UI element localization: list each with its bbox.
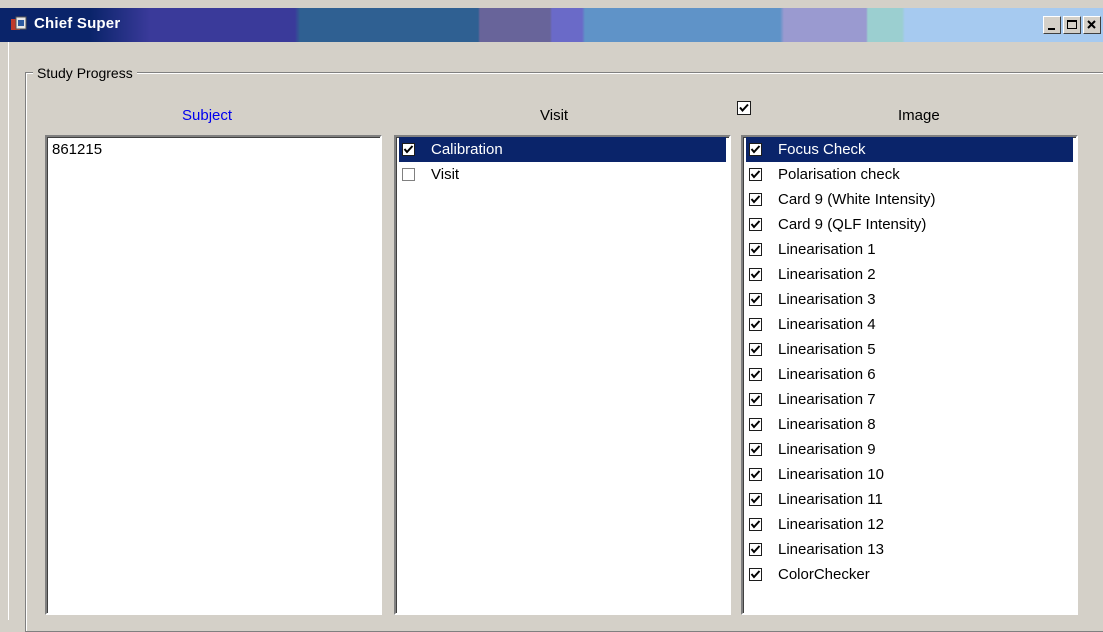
visit-column-header: Visit (540, 107, 569, 124)
image-listbox[interactable]: Focus Check Polarisation check Card 9 (Whi… (741, 135, 1078, 615)
item-label: Linearisation 12 (778, 516, 884, 533)
checkbox[interactable] (749, 368, 762, 381)
item-label: Linearisation 8 (778, 416, 876, 433)
list-item[interactable]: Linearisation 5 (743, 337, 1076, 362)
checkbox[interactable] (749, 193, 762, 206)
image-column-header: Image (898, 107, 940, 124)
list-item[interactable]: Linearisation 12 (743, 512, 1076, 537)
item-label: Focus Check (778, 141, 866, 158)
checkbox[interactable] (749, 218, 762, 231)
window-title: Chief Super (34, 15, 121, 32)
checkbox[interactable] (402, 143, 415, 156)
list-item[interactable]: Card 9 (QLF Intensity) (743, 212, 1076, 237)
item-label: Visit (431, 166, 460, 183)
checkbox[interactable] (749, 293, 762, 306)
checkbox[interactable] (749, 343, 762, 356)
list-item[interactable]: Calibration (399, 137, 726, 162)
item-label: Linearisation 7 (778, 391, 876, 408)
checkbox[interactable] (749, 543, 762, 556)
item-label: Linearisation 1 (778, 241, 876, 258)
list-item[interactable]: Linearisation 10 (743, 462, 1076, 487)
list-item[interactable]: Linearisation 9 (743, 437, 1076, 462)
list-item[interactable]: Visit (396, 162, 729, 187)
checkbox[interactable] (749, 443, 762, 456)
list-item[interactable]: Linearisation 2 (743, 262, 1076, 287)
window-border (8, 42, 9, 620)
checkbox[interactable] (749, 393, 762, 406)
item-label: Card 9 (White Intensity) (778, 191, 936, 208)
list-item[interactable]: Polarisation check (743, 162, 1076, 187)
list-item[interactable]: Linearisation 1 (743, 237, 1076, 262)
list-item[interactable]: ColorChecker (743, 562, 1076, 587)
list-item[interactable]: Linearisation 3 (743, 287, 1076, 312)
list-item[interactable]: Linearisation 8 (743, 412, 1076, 437)
group-label: Study Progress (33, 65, 137, 81)
item-label: Linearisation 9 (778, 441, 876, 458)
title-bar[interactable]: Chief Super (0, 8, 1103, 42)
list-item[interactable]: Linearisation 6 (743, 362, 1076, 387)
checkbox[interactable] (749, 468, 762, 481)
item-label: Calibration (431, 141, 503, 158)
checkbox[interactable] (749, 493, 762, 506)
checkbox[interactable] (749, 318, 762, 331)
list-item[interactable]: Linearisation 7 (743, 387, 1076, 412)
item-label: Linearisation 3 (778, 291, 876, 308)
item-label: Card 9 (QLF Intensity) (778, 216, 927, 233)
image-select-all-checkbox[interactable] (737, 101, 751, 115)
checkbox[interactable] (749, 243, 762, 256)
list-item[interactable]: Linearisation 11 (743, 487, 1076, 512)
checkbox[interactable] (749, 268, 762, 281)
app-icon[interactable] (10, 16, 28, 32)
subject-label: 861215 (52, 141, 103, 158)
item-label: Linearisation 6 (778, 366, 876, 383)
item-label: Linearisation 10 (778, 466, 884, 483)
checkbox[interactable] (749, 143, 762, 156)
item-label: Linearisation 5 (778, 341, 876, 358)
item-label: Linearisation 2 (778, 266, 876, 283)
list-item[interactable]: Linearisation 13 (743, 537, 1076, 562)
minimize-button[interactable] (1043, 16, 1061, 34)
item-label: ColorChecker (778, 566, 870, 583)
subject-listbox[interactable]: 861215 (45, 135, 382, 615)
subject-column-header: Subject (182, 107, 233, 124)
checkbox[interactable] (749, 568, 762, 581)
list-item[interactable]: Focus Check (746, 137, 1073, 162)
checkbox[interactable] (402, 168, 415, 181)
close-button[interactable] (1083, 16, 1101, 34)
list-item[interactable]: 861215 (47, 137, 380, 162)
list-item[interactable]: Linearisation 4 (743, 312, 1076, 337)
list-item[interactable]: Card 9 (White Intensity) (743, 187, 1076, 212)
item-label: Linearisation 11 (778, 491, 883, 508)
item-label: Linearisation 4 (778, 316, 876, 333)
checkbox[interactable] (749, 168, 762, 181)
visit-listbox[interactable]: Calibration Visit (394, 135, 731, 615)
maximize-button[interactable] (1063, 16, 1081, 34)
item-label: Linearisation 13 (778, 541, 884, 558)
checkbox[interactable] (749, 518, 762, 531)
item-label: Polarisation check (778, 166, 900, 183)
checkbox[interactable] (749, 418, 762, 431)
